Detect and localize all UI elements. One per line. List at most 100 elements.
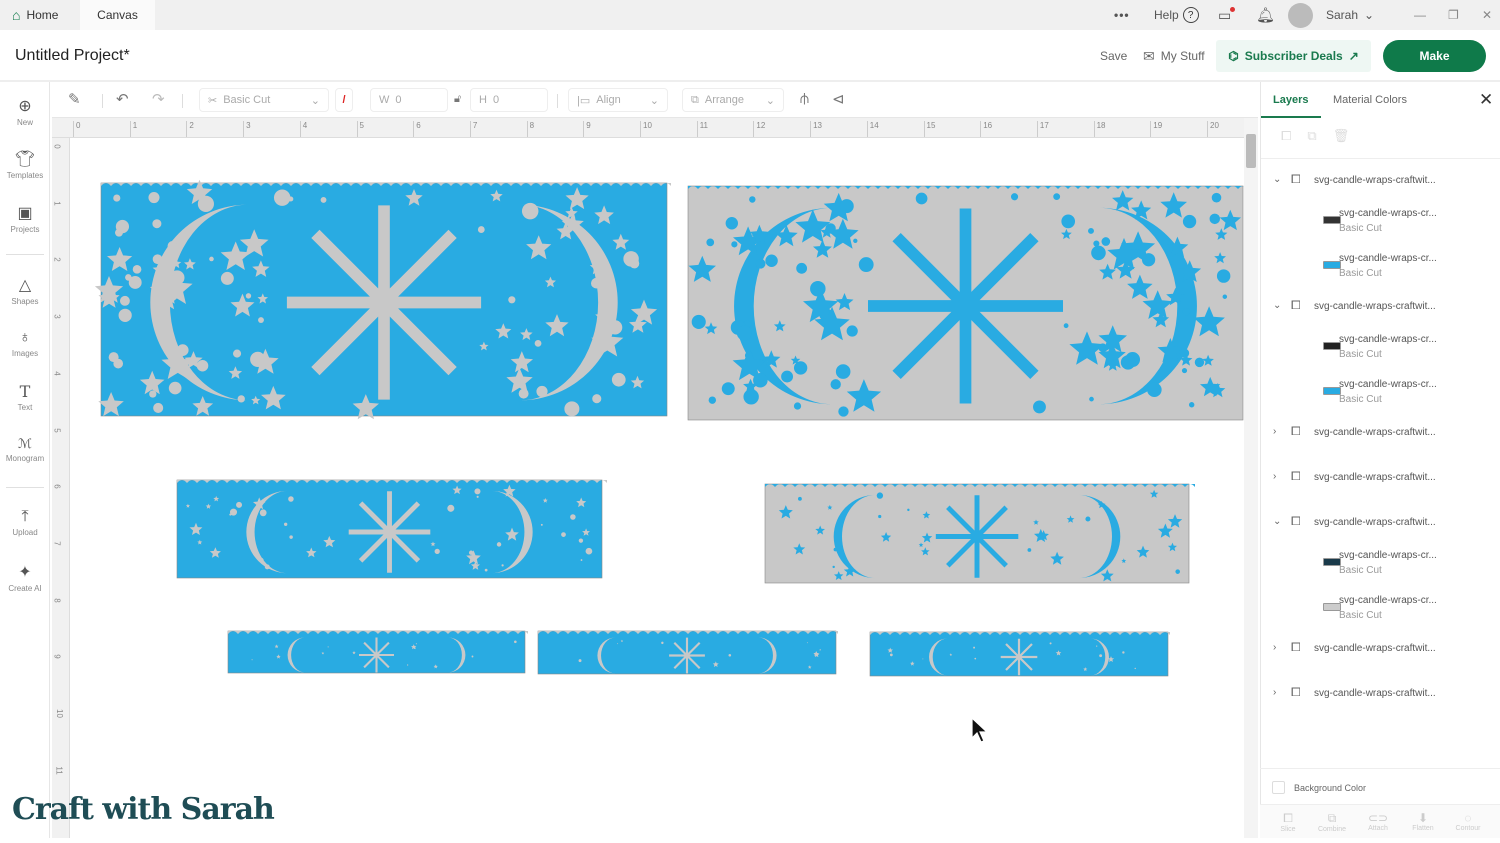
layer-item[interactable]: svg-candle-wraps-cr... Basic Cut — [1261, 249, 1491, 283]
layer-operation: Basic Cut — [1339, 610, 1382, 621]
ruler-tick: 13 — [810, 121, 822, 137]
flip-vertical-icon[interactable]: ⊲ — [832, 90, 845, 108]
layer-group[interactable]: ⌄ ⧠ svg-candle-wraps-craftwit... — [1261, 296, 1491, 318]
minimize-button[interactable]: — — [1414, 0, 1426, 30]
chevron-right-icon[interactable]: › — [1273, 687, 1276, 698]
dot-cutout — [196, 359, 209, 372]
align-icon: |▭ — [577, 94, 591, 107]
width-field[interactable]: W0 — [370, 88, 448, 112]
tab-canvas[interactable]: Canvas — [80, 0, 155, 30]
candle-wrap[interactable] — [537, 630, 838, 675]
layer-group[interactable]: ⌄ ⧠ svg-candle-wraps-craftwit... — [1261, 170, 1491, 192]
sidebar-item-text[interactable]: T Text — [0, 382, 50, 412]
layer-item[interactable]: svg-candle-wraps-cr... Basic Cut — [1261, 375, 1491, 409]
attach-button[interactable]: ⊂⊃ Attach — [1358, 811, 1398, 832]
layer-group[interactable]: › ⧠ svg-candle-wraps-craftwit... — [1261, 638, 1491, 660]
candle-wrap[interactable] — [687, 185, 1248, 421]
chevron-right-icon[interactable]: › — [1273, 471, 1276, 482]
candle-wrap[interactable] — [94, 179, 671, 420]
dot-cutout — [838, 406, 849, 417]
ruler-tick: 19 — [1150, 121, 1162, 137]
dot-cutout — [878, 514, 882, 519]
tab-material-colors[interactable]: Material Colors — [1333, 94, 1407, 106]
dot-cutout — [830, 379, 841, 390]
projects-icon: ▣ — [17, 205, 33, 222]
layer-item[interactable]: svg-candle-wraps-cr... Basic Cut — [1261, 204, 1491, 238]
dot-cutout — [288, 196, 294, 202]
sidebar-item-upload[interactable]: ⤒ Upload — [0, 508, 50, 537]
background-color-row[interactable]: Background Color — [1260, 768, 1500, 804]
redo-icon[interactable]: ↷ — [152, 90, 165, 108]
background-color-checkbox[interactable] — [1272, 781, 1285, 794]
scrollbar-thumb[interactable] — [1246, 134, 1256, 168]
chevron-down-icon[interactable]: ⌄ — [1273, 300, 1281, 311]
close-window-button[interactable]: ✕ — [1482, 0, 1492, 30]
help-button[interactable]: Help? — [1154, 0, 1199, 30]
sidebar-item-templates[interactable]: 👕︎ Templates — [0, 149, 50, 180]
dot-cutout — [250, 351, 266, 367]
sidebar-item-create-ai[interactable]: ✦ Create AI — [0, 562, 50, 593]
project-title[interactable]: Untitled Project* — [15, 47, 130, 65]
candle-wrap[interactable] — [176, 479, 607, 579]
sidebar-item-projects[interactable]: ▣ Projects — [0, 203, 50, 234]
make-button[interactable]: Make — [1383, 40, 1486, 72]
bell-icon[interactable]: 🔔︎ — [1256, 0, 1275, 30]
lock-icon[interactable]: 🔓︎ — [454, 93, 461, 106]
trash-icon[interactable]: 🗑︎ — [1333, 128, 1350, 144]
tab-home[interactable]: ⌂ Home — [0, 0, 70, 30]
ruler-tick: 9 — [583, 121, 591, 137]
flip-horizontal-icon[interactable]: ⫛ — [800, 90, 809, 107]
save-button[interactable]: Save — [1100, 40, 1127, 72]
chevron-right-icon[interactable]: › — [1273, 426, 1276, 437]
align-select[interactable]: |▭ Align ⌄ — [568, 88, 668, 112]
arrange-select[interactable]: ⧉ Arrange ⌄ — [682, 88, 784, 112]
offers-icon[interactable]: ▭ — [1218, 0, 1235, 30]
height-field[interactable]: H0 — [470, 88, 548, 112]
canvas-scrollbar[interactable] — [1244, 118, 1258, 838]
subscriber-deals-button[interactable]: ⌬ Subscriber Deals ↗ — [1216, 40, 1371, 72]
layer-item[interactable]: svg-candle-wraps-cr... Basic Cut — [1261, 591, 1491, 625]
duplicate-icon[interactable]: ⧉ — [1307, 128, 1316, 144]
candle-wrap[interactable] — [764, 483, 1195, 584]
candle-wrap[interactable] — [869, 631, 1170, 677]
color-swatch[interactable]: / — [335, 88, 353, 112]
chevron-down-icon[interactable]: ⌄ — [1273, 174, 1281, 185]
design-canvas[interactable] — [70, 138, 1248, 838]
dot-cutout — [922, 658, 924, 660]
layer-group[interactable]: › ⧠ svg-candle-wraps-craftwit... — [1261, 467, 1491, 489]
sidebar-item-shapes[interactable]: △ Shapes — [0, 275, 50, 306]
layer-group[interactable]: ⌄ ⧠ svg-candle-wraps-craftwit... — [1261, 512, 1491, 534]
operation-select[interactable]: ✂ Basic Cut ⌄ — [199, 88, 329, 112]
layer-group[interactable]: › ⧠ svg-candle-wraps-craftwit... — [1261, 683, 1491, 705]
chevron-down-icon[interactable]: ⌄ — [1273, 516, 1281, 527]
undo-icon[interactable]: ↶ — [116, 90, 129, 108]
more-button[interactable]: ••• — [1114, 0, 1130, 30]
candle-wrap[interactable] — [227, 630, 528, 674]
user-menu[interactable]: Sarah ⌄ — [1326, 0, 1374, 30]
close-panel-icon[interactable]: ✕ — [1479, 90, 1493, 110]
group-icon: ⧠ — [1291, 298, 1301, 312]
contour-button[interactable]: ◌ Contour — [1448, 811, 1488, 832]
flatten-button[interactable]: ⬇ Flatten — [1403, 811, 1443, 832]
slice-button[interactable]: ⧠ Slice — [1268, 811, 1308, 833]
snowflake-cutout — [286, 205, 482, 400]
pencil-icon[interactable]: ✎ — [68, 90, 81, 108]
sidebar-item-new[interactable]: ⊕ New — [0, 96, 50, 127]
group-icon[interactable]: ⧠ — [1281, 128, 1291, 144]
dot-cutout — [447, 504, 455, 512]
layer-item[interactable]: svg-candle-wraps-cr... Basic Cut — [1261, 546, 1491, 580]
combine-button[interactable]: ⧉ Combine — [1312, 811, 1352, 833]
shapes-icon: △ — [18, 277, 32, 294]
layer-group[interactable]: › ⧠ svg-candle-wraps-craftwit... — [1261, 422, 1491, 444]
sidebar-item-images[interactable]: ♁ Images — [0, 329, 50, 358]
avatar[interactable] — [1288, 0, 1313, 30]
layer-item[interactable]: svg-candle-wraps-cr... Basic Cut — [1261, 330, 1491, 364]
dot-cutout — [708, 396, 717, 404]
chevron-right-icon[interactable]: › — [1273, 642, 1276, 653]
maximize-button[interactable]: ❐ — [1448, 0, 1459, 30]
sidebar-item-monogram[interactable]: ℳ Monogram — [0, 436, 50, 463]
dot-cutout — [876, 492, 884, 499]
dot-cutout — [113, 194, 121, 202]
my-stuff-button[interactable]: ✉ My Stuff — [1143, 40, 1205, 72]
tab-layers[interactable]: Layers — [1273, 94, 1308, 106]
